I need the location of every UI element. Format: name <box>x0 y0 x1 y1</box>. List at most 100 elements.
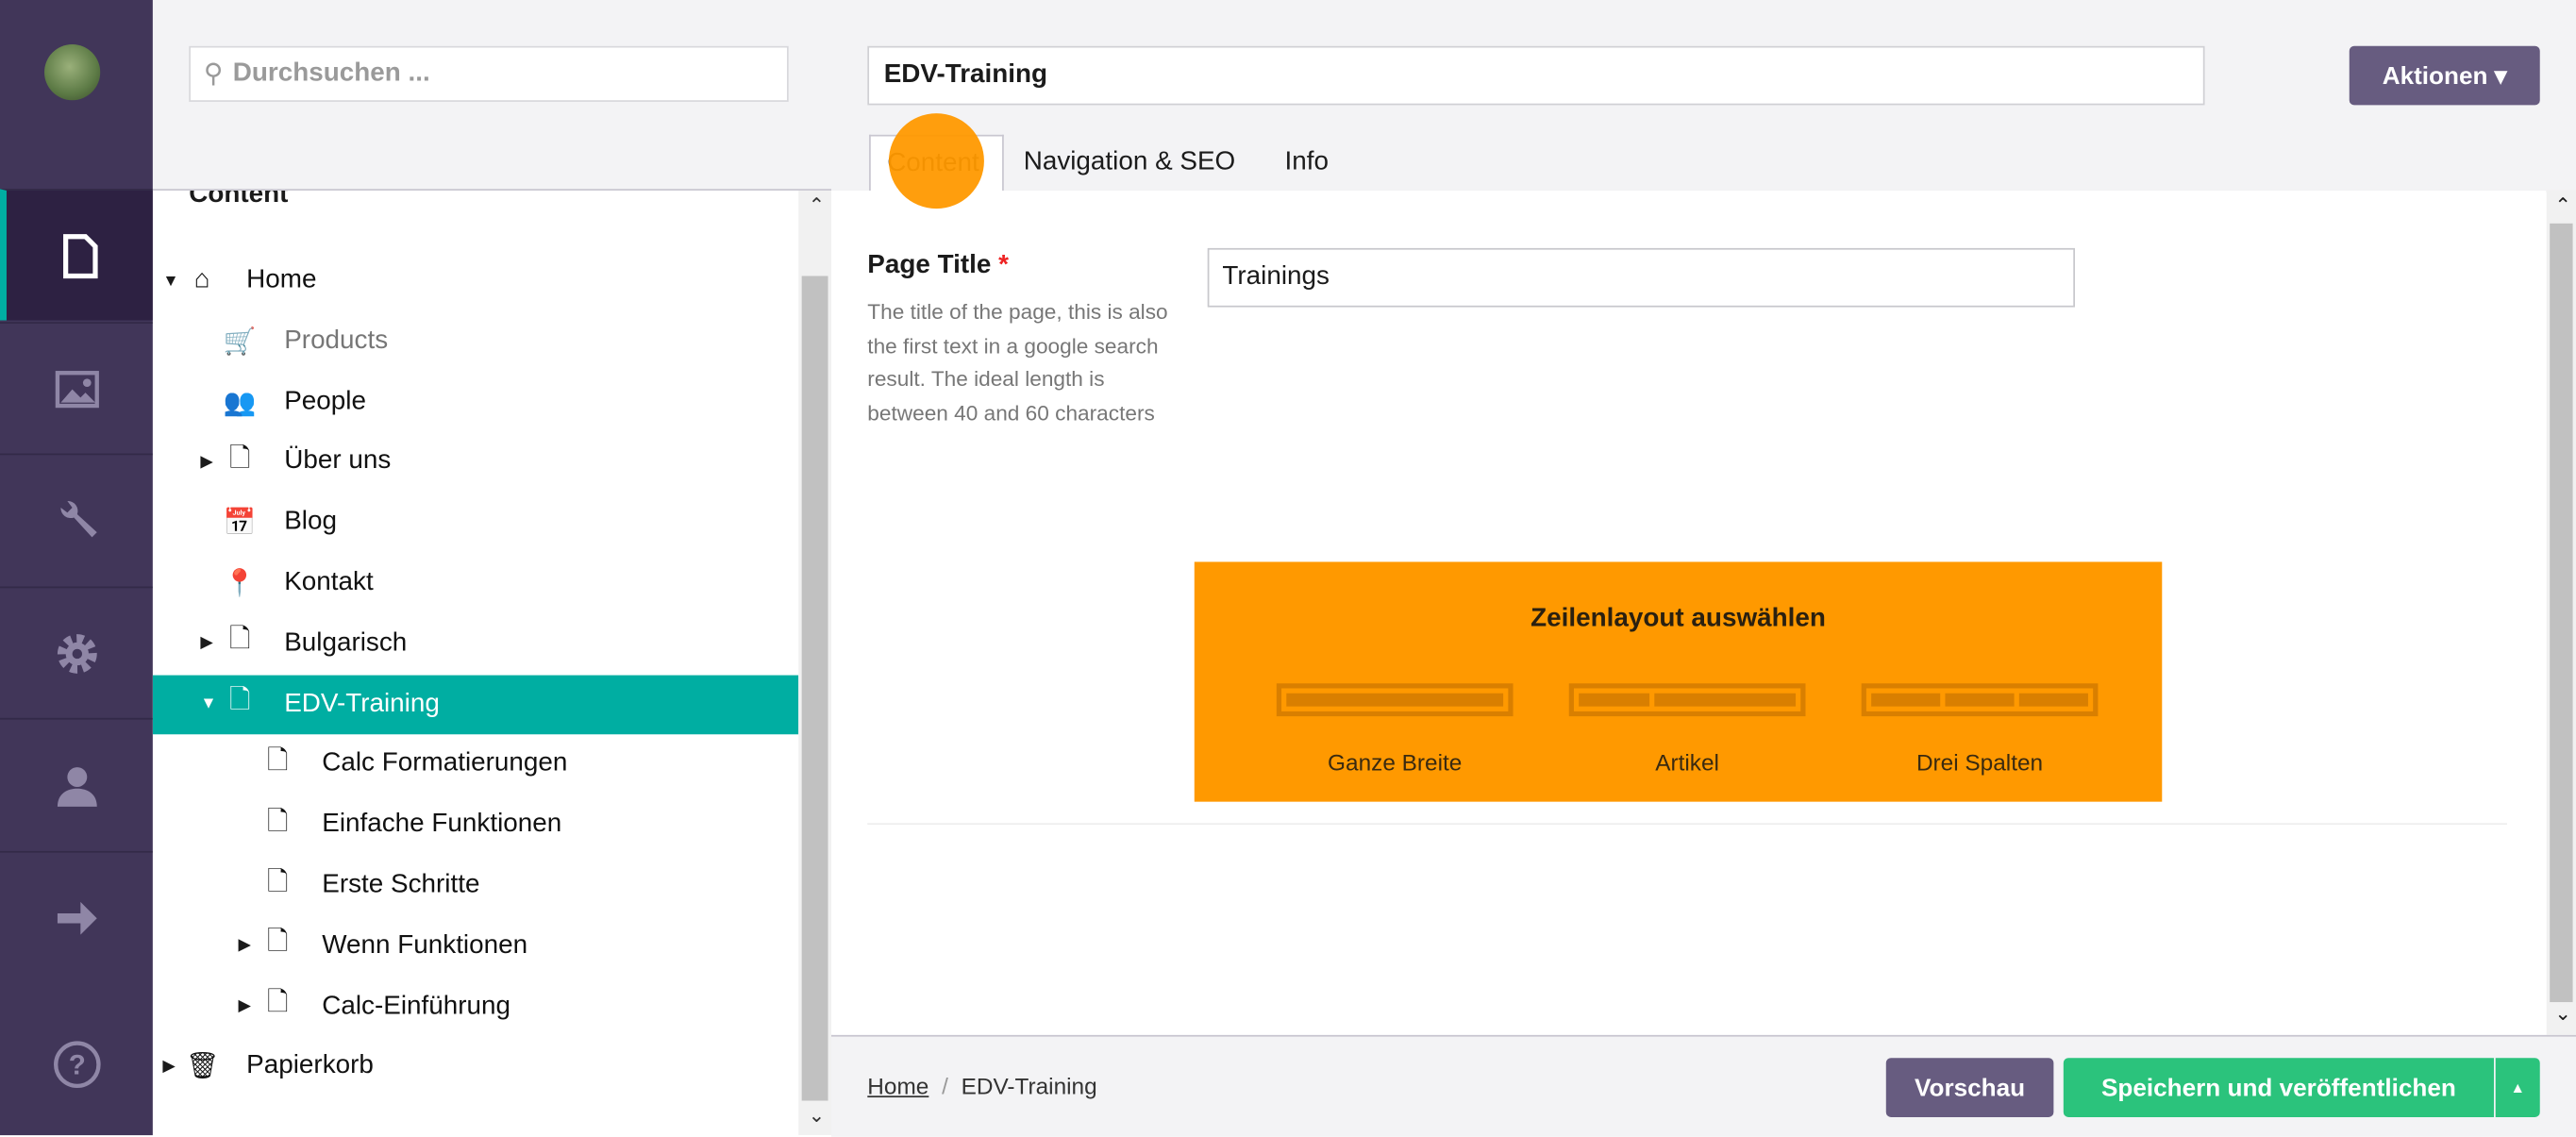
tree-item-label: Wenn Funktionen <box>322 930 528 960</box>
image-icon <box>54 371 99 409</box>
tree-item[interactable]: ▶ 🗋 Calc-Einführung <box>153 977 798 1036</box>
layout-option[interactable]: Drei Spalten <box>1861 683 2099 776</box>
tree-item[interactable]: ▶ 🗋 Über uns <box>153 433 798 493</box>
nav-media[interactable] <box>0 322 153 455</box>
tree-item-label: Kontakt <box>284 568 374 597</box>
scroll-up-icon[interactable]: ⌃ <box>809 193 826 216</box>
wrench-icon <box>59 501 96 538</box>
breadcrumb: Home / EDV-Training <box>867 1073 1096 1099</box>
tree-item-label: Calc-Einführung <box>322 991 511 1020</box>
scroll-down-icon[interactable]: ⌄ <box>809 1104 826 1127</box>
page-title-help: The title of the page, this is also the … <box>867 298 1168 426</box>
save-publish-button[interactable]: Speichern und veröffentlichen <box>2063 1058 2494 1117</box>
row-layout-picker: Zeilenlayout auswählen Ganze Breite Artik… <box>1194 561 2163 802</box>
tab-info[interactable]: Info <box>1268 135 1345 191</box>
caret-right-icon[interactable]: ▶ <box>200 453 212 471</box>
divider <box>867 823 2507 826</box>
user-icon <box>57 767 96 807</box>
layout-option[interactable]: Ganze Breite <box>1276 683 1514 776</box>
editor-content: Page Title * The title of the page, this… <box>830 190 2547 1035</box>
nav-content[interactable] <box>0 189 153 321</box>
nav-forms[interactable] <box>0 850 153 984</box>
scroll-down-icon[interactable]: ⌄ <box>2554 1002 2571 1025</box>
tab-navigation-seo[interactable]: Navigation & SEO <box>1007 135 1251 191</box>
tree-scrollbar-thumb[interactable] <box>801 276 828 1101</box>
calendar-icon: 📅 <box>223 510 257 538</box>
layout-option-label: Artikel <box>1655 748 1719 776</box>
tree-item-label: EDV-Training <box>284 689 440 718</box>
arrow-right-icon <box>57 901 96 935</box>
svg-text:?: ? <box>68 1050 85 1081</box>
document-icon: 🗋 <box>228 444 251 474</box>
tree-item-label: Home <box>246 266 317 294</box>
breadcrumb-separator: / <box>942 1072 948 1099</box>
trash-icon: 🗑 <box>185 1053 220 1082</box>
tree-item[interactable]: 🛒 Products <box>153 311 798 371</box>
content-tree: Content ▼ ⌂ Home 🛒 Products 👥 People ▶ 🗋 Über uns… <box>152 190 833 1136</box>
document-icon: 🗋 <box>267 989 289 1017</box>
editor-footer: Home / EDV-Training Vorschau Speichern u… <box>830 1034 2576 1137</box>
tree-item[interactable]: ▼ ⌂ Home <box>153 251 798 310</box>
tree-item[interactable]: 👥 People <box>153 373 798 432</box>
page-title-input[interactable]: Trainings <box>1207 247 2076 308</box>
tree-item-label: Calc Formatierungen <box>322 749 568 778</box>
nav-configuration[interactable] <box>0 586 153 720</box>
user-avatar[interactable] <box>44 44 101 101</box>
tree-section-title: Content <box>189 190 289 209</box>
document-icon: 🗋 <box>267 868 289 896</box>
document-icon: 🗋 <box>267 747 289 776</box>
caret-right-icon[interactable]: ▶ <box>162 1058 175 1076</box>
breadcrumb-current: EDV-Training <box>961 1072 1097 1099</box>
main-navigation: ? <box>0 0 153 1136</box>
nav-settings-tools[interactable] <box>0 453 153 587</box>
tree-item[interactable]: ▶ 🗑 Papierkorb <box>153 1037 798 1096</box>
breadcrumb-home[interactable]: Home <box>867 1073 928 1099</box>
caret-right-icon[interactable]: ▶ <box>200 635 212 653</box>
document-icon: 🗋 <box>228 686 251 715</box>
preview-button[interactable]: Vorschau <box>1885 1058 2054 1117</box>
caret-right-icon[interactable]: ▶ <box>238 937 250 955</box>
editor-scrollbar[interactable]: ⌃ ⌄ <box>2546 190 2576 1035</box>
tree-item[interactable]: ▼ 🗋 EDV-Training <box>152 674 799 734</box>
tree-search-input[interactable]: ⚲ Durchsuchen ... <box>189 45 789 102</box>
tree-scrollbar[interactable]: ⌃ ⌄ <box>798 190 831 1136</box>
tree-item[interactable]: 📅 Blog <box>153 493 798 553</box>
tree-item[interactable]: 🗋 Calc Formatierungen <box>153 735 798 794</box>
layout-option-label: Drei Spalten <box>1915 748 2044 776</box>
tree-item[interactable]: ▶ 🗋 Bulgarisch <box>153 614 798 674</box>
row-layout-title: Zeilenlayout auswählen <box>1531 604 1826 633</box>
caret-down-icon[interactable]: ▼ <box>162 272 178 290</box>
search-icon: ⚲ <box>203 60 224 90</box>
scroll-up-icon[interactable]: ⌃ <box>2554 193 2571 216</box>
tree-item-label: Einfache Funktionen <box>322 810 562 839</box>
nav-help[interactable]: ? <box>0 999 153 1130</box>
tree-item[interactable]: 🗋 Erste Schritte <box>153 856 798 915</box>
editor-header: EDV-Training Aktionen ▾ Content Navigati… <box>830 0 2576 192</box>
publish-options-caret[interactable]: ▲ <box>2495 1058 2540 1117</box>
editor-scrollbar-thumb[interactable] <box>2550 223 2573 1003</box>
tree-item[interactable]: ▶ 🗋 Wenn Funktionen <box>153 916 798 976</box>
tree-item-label: Bulgarisch <box>284 628 408 658</box>
cart-icon: 🛒 <box>223 327 257 357</box>
document-icon: 🗋 <box>228 626 251 655</box>
help-icon: ? <box>53 1041 100 1089</box>
tree-item[interactable]: 🗋 Einfache Funktionen <box>153 795 798 855</box>
tree-item[interactable]: 📍 Kontakt <box>153 554 798 613</box>
page-name-input[interactable]: EDV-Training <box>867 45 2205 106</box>
tree-item-label: Papierkorb <box>246 1051 374 1080</box>
layout-option-label: Ganze Breite <box>1328 748 1463 776</box>
document-icon <box>62 233 97 278</box>
map-pin-icon: 📍 <box>223 570 257 598</box>
click-indicator <box>888 113 984 209</box>
tree-item-label: People <box>284 387 366 415</box>
caret-down-icon[interactable]: ▼ <box>200 695 216 713</box>
tree-item-label: Blog <box>284 508 337 536</box>
caret-right-icon[interactable]: ▶ <box>238 997 250 1015</box>
tree-header: ⚲ Durchsuchen ... <box>152 0 833 191</box>
actions-button[interactable]: Aktionen ▾ <box>2349 45 2540 106</box>
document-icon: 🗋 <box>267 928 289 957</box>
layout-preview-icon <box>1568 683 1806 717</box>
nav-users[interactable] <box>0 717 153 851</box>
layout-preview-icon <box>1861 683 2099 717</box>
layout-option[interactable]: Artikel <box>1568 683 1806 776</box>
